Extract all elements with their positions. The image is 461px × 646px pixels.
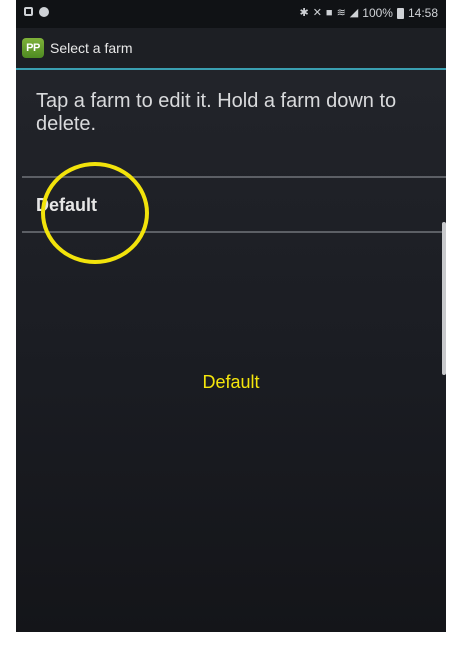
instructions-text: Tap a farm to edit it. Hold a farm down … <box>36 90 397 135</box>
battery-percent: 100% <box>362 6 393 20</box>
signal-icon: ◢ <box>349 7 359 19</box>
battery-icon <box>396 7 404 19</box>
divider-bottom <box>22 231 446 233</box>
page-title: Select a farm <box>50 40 133 56</box>
title-bar: PP Select a farm <box>16 28 446 70</box>
mute-icon: ✕ <box>312 7 322 19</box>
clock: 14:58 <box>407 6 438 20</box>
farm-list-item[interactable]: Default <box>22 180 446 230</box>
status-right-icons: ✱ ✕ ■ ≋ ◢ 100% 14:58 <box>299 6 438 20</box>
bluetooth-icon: ✱ <box>299 7 309 19</box>
wifi-icon: ≋ <box>336 7 346 19</box>
scrollbar[interactable] <box>442 222 446 375</box>
chat-icon <box>39 7 49 17</box>
app-icon: PP <box>22 38 44 58</box>
status-bar: ✱ ✕ ■ ≋ ◢ 100% 14:58 <box>16 0 446 28</box>
annotation-label: Default <box>202 372 260 392</box>
status-left-icons <box>24 7 49 17</box>
nfc-icon: ■ <box>325 7 333 19</box>
notification-icon <box>24 7 33 16</box>
phone-screen: ✱ ✕ ■ ≋ ◢ 100% 14:58 PP Select a farm Ta… <box>16 0 446 632</box>
divider-top <box>22 176 446 178</box>
farm-name: Default <box>36 194 98 215</box>
